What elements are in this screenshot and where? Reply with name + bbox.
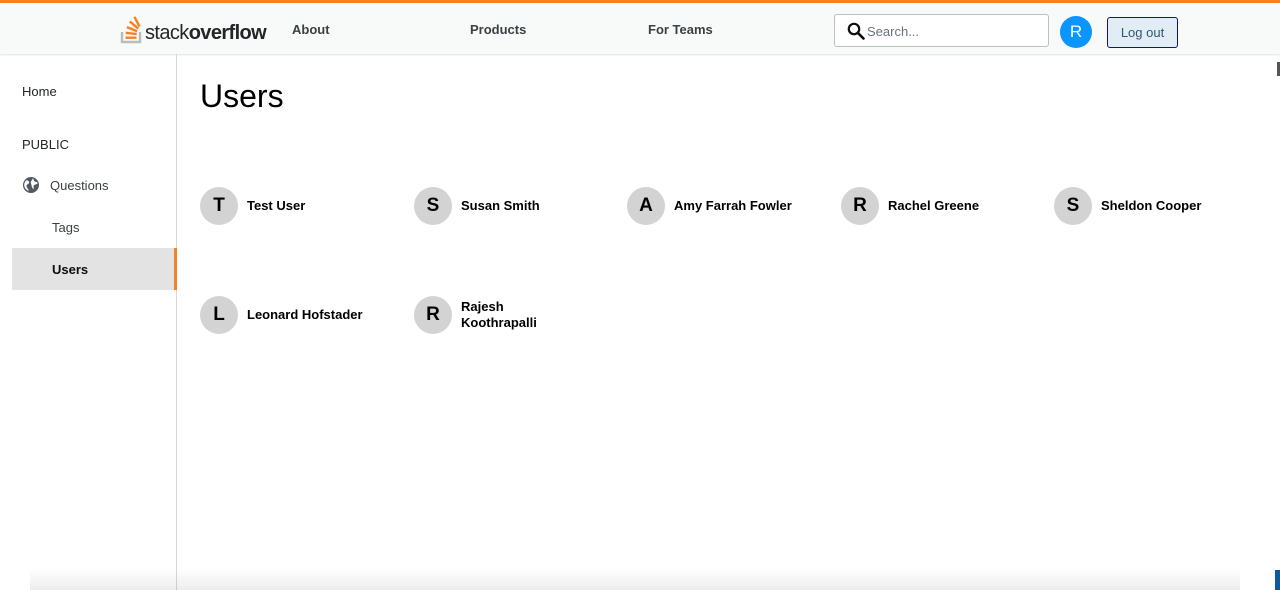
user-name: Amy Farrah Fowler (674, 198, 792, 213)
user-name: Test User (247, 198, 306, 213)
page-title: Users (200, 78, 284, 114)
user-name: Susan Smith (461, 198, 540, 213)
search-box (834, 14, 1049, 47)
logo-text-light: stack (145, 22, 189, 44)
nav-products[interactable]: Products (470, 22, 526, 37)
user-card[interactable]: S Sheldon Cooper (1054, 185, 1261, 227)
bottom-shadow (30, 568, 1240, 590)
user-card[interactable]: A Amy Farrah Fowler (627, 185, 834, 227)
user-avatar: R (414, 296, 452, 334)
logo-text: stackoverflow (145, 22, 267, 44)
user-card[interactable]: S Susan Smith (414, 185, 571, 227)
nav-about[interactable]: About (292, 22, 330, 37)
sidebar-item-home[interactable]: Home (22, 84, 57, 99)
user-avatar: A (627, 187, 665, 225)
user-name: Leonard Hofstader (247, 307, 363, 322)
user-card[interactable]: T Test User (200, 185, 357, 227)
search-input[interactable] (867, 21, 1042, 41)
sidebar-item-users[interactable]: Users (12, 248, 177, 290)
user-name: Sheldon Cooper (1101, 198, 1202, 213)
user-avatar: T (200, 187, 238, 225)
user-card[interactable]: R Rajesh Koothrapalli (414, 294, 571, 336)
sidebar-item-users-label: Users (52, 262, 89, 277)
sidebar-item-questions-label: Questions (50, 177, 109, 193)
window-edge (1275, 570, 1280, 590)
user-card[interactable]: L Leonard Hofstader (200, 294, 407, 336)
sidebar-section-public: PUBLIC (22, 137, 69, 152)
left-sidebar: Home PUBLIC Questions Tags Users (0, 54, 177, 590)
logout-button[interactable]: Log out (1107, 17, 1178, 48)
top-bar: stackoverflow About Products For Teams R… (0, 0, 1280, 54)
user-card[interactable]: R Rachel Greene (841, 185, 998, 227)
user-avatar-button[interactable]: R (1060, 16, 1092, 48)
nav-for-teams[interactable]: For Teams (648, 22, 713, 37)
sidebar-item-questions[interactable]: Questions (22, 176, 109, 194)
logo-text-bold: overflow (188, 22, 267, 44)
user-avatar: R (841, 187, 879, 225)
user-name: Rachel Greene (888, 198, 980, 213)
user-avatar: S (414, 187, 452, 225)
stack-logo-icon (120, 16, 142, 44)
user-avatar: S (1054, 187, 1092, 225)
stackoverflow-logo[interactable]: stackoverflow (120, 14, 267, 44)
user-avatar: L (200, 296, 238, 334)
user-name: Rajesh Koothrapalli (461, 299, 537, 330)
globe-icon (23, 177, 39, 193)
search-icon (847, 22, 865, 40)
sidebar-item-tags[interactable]: Tags (52, 220, 79, 235)
